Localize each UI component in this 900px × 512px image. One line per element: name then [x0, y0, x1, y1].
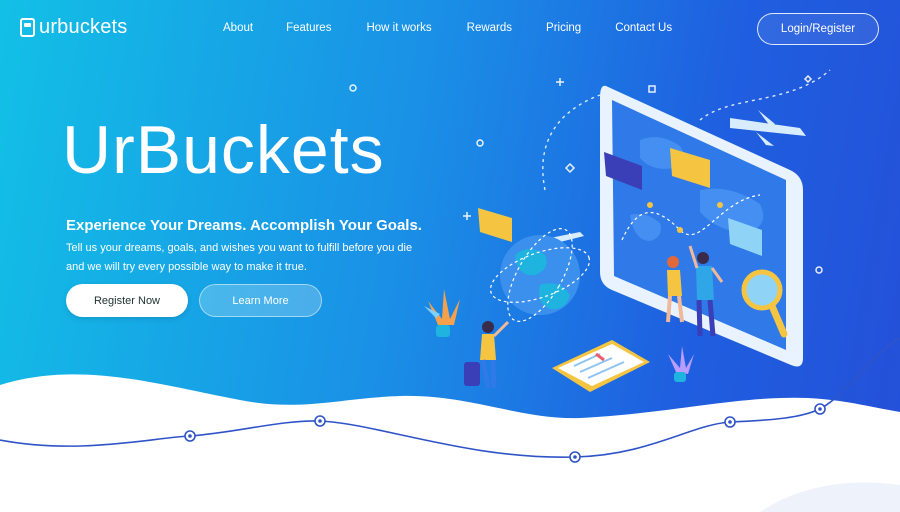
wave-white-fill	[0, 374, 900, 512]
hero-section: urbuckets About Features How it works Re…	[0, 0, 900, 512]
bottom-wave	[0, 337, 900, 512]
